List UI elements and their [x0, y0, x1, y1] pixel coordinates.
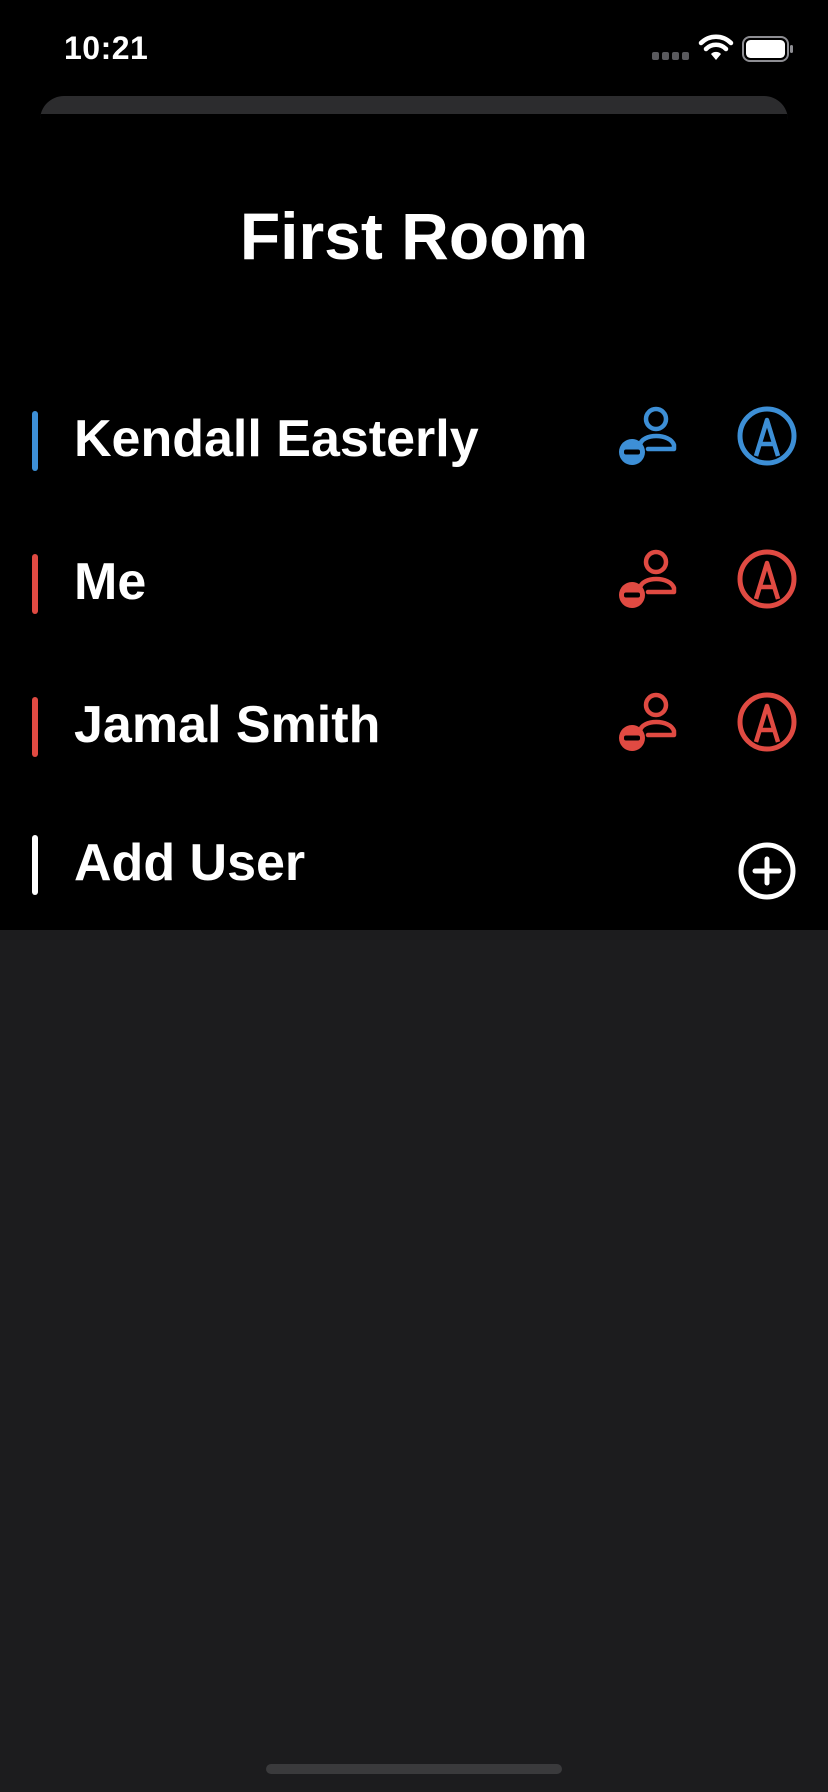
add-user-row[interactable]: Add User [0, 829, 828, 901]
add-user-label: Add User [74, 834, 306, 892]
row-color-bar [32, 835, 38, 895]
row-color-bar [32, 697, 38, 757]
row-color-bar [32, 411, 38, 471]
plus-circle-icon[interactable] [737, 841, 797, 901]
user-name: Jamal Smith [74, 696, 381, 754]
user-row[interactable]: Jamal Smith [0, 691, 828, 761]
pencil-circle-icon[interactable] [736, 405, 798, 467]
person-remove-icon[interactable] [618, 405, 684, 471]
status-bar: 10:21 [0, 0, 828, 96]
sheet-stack-edge [40, 96, 788, 120]
person-remove-icon[interactable] [618, 691, 684, 757]
status-time: 10:21 [64, 30, 149, 66]
user-row[interactable]: Me [0, 548, 828, 618]
page-title: First Room [239, 199, 589, 273]
user-name: Me [74, 553, 147, 611]
home-indicator[interactable] [266, 1764, 562, 1774]
pencil-circle-icon[interactable] [736, 691, 798, 753]
battery-icon [742, 36, 793, 62]
user-row[interactable]: Kendall Easterly [0, 405, 828, 475]
pencil-circle-icon[interactable] [736, 548, 798, 610]
row-color-bar [32, 554, 38, 614]
wifi-icon [698, 34, 734, 60]
cellular-signal-icon [652, 52, 689, 60]
user-name: Kendall Easterly [74, 410, 479, 468]
person-remove-icon[interactable] [618, 548, 684, 614]
